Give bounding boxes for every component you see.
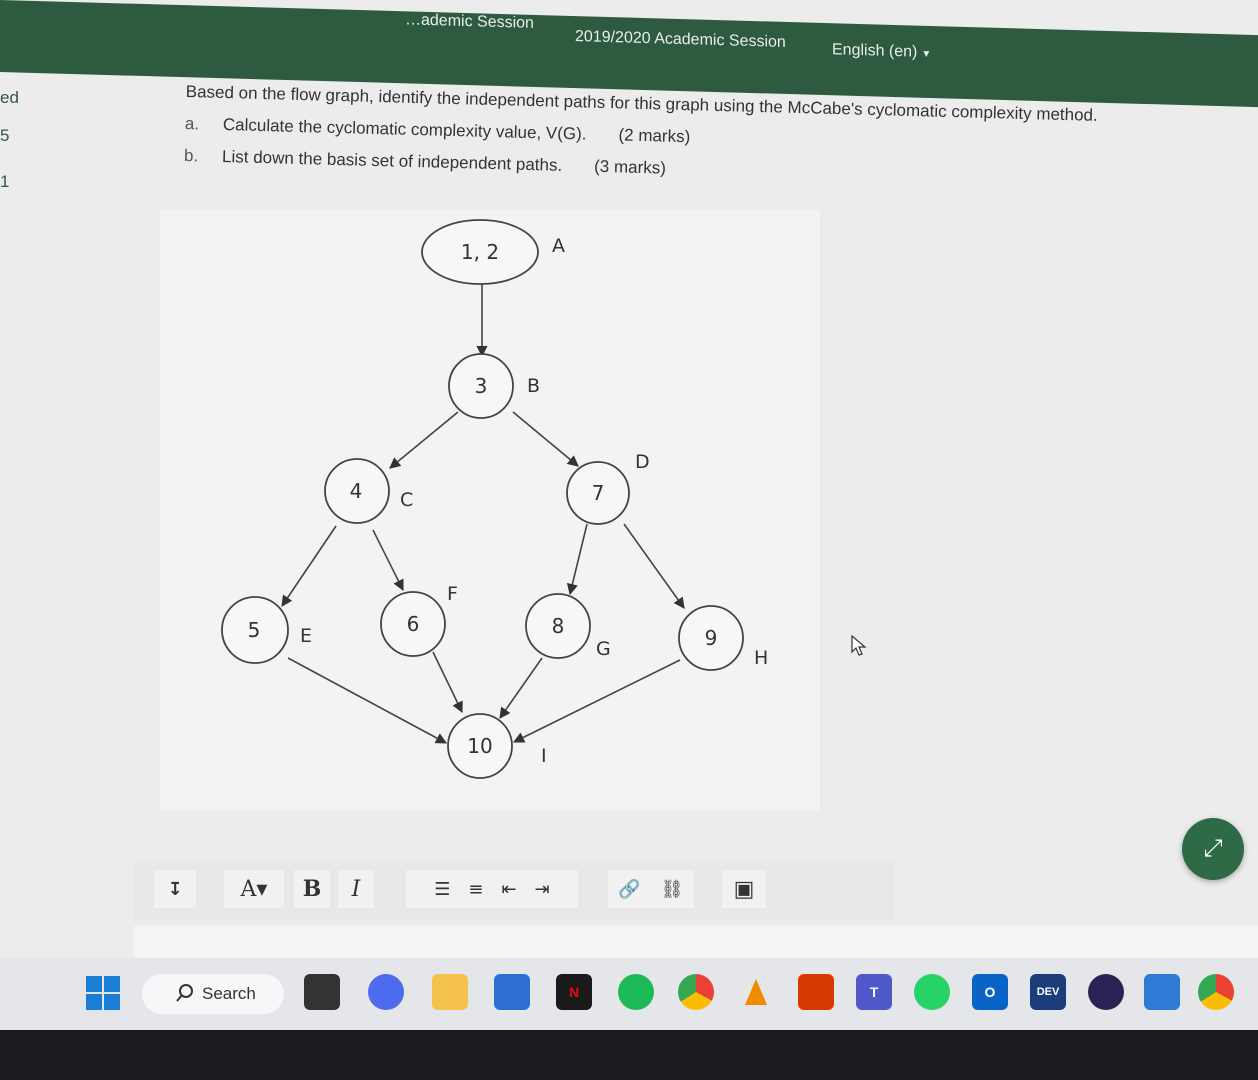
edge-9-10 [512, 659, 681, 743]
region-label: H [754, 647, 768, 669]
node-label: 10 [467, 734, 492, 758]
font-icon: A▾ [240, 876, 268, 902]
search-label: Search [202, 984, 256, 1003]
ordered-list-icon[interactable]: ≡ [468, 879, 483, 900]
flow-graph-image: 1, 2 3 4 7 5 6 8 9 10 A B C D E F G H I [160, 210, 820, 810]
outdent-icon[interactable]: ⇤ [502, 879, 517, 900]
edge-3-7 [512, 411, 579, 467]
taskbar: Search N T O DEV [0, 958, 1258, 1030]
search-icon [176, 984, 193, 1002]
node-label: 1, 2 [461, 240, 499, 264]
indent-icon[interactable]: ⇥ [535, 879, 550, 900]
edge-4-6 [372, 529, 404, 592]
bold-button[interactable]: B [294, 870, 330, 908]
sidebar-fragment[interactable]: 5 [0, 126, 9, 146]
folder-icon[interactable] [432, 974, 468, 1010]
node-label: 5 [248, 618, 261, 642]
netflix-label: N [568, 984, 580, 1000]
flow-graph: 1, 2 3 4 7 5 6 8 9 10 A B C D E F G H I [221, 219, 768, 779]
whatsapp-icon[interactable] [914, 974, 950, 1010]
breadcrumb-current-session[interactable]: 2019/2020 Academic Session [575, 28, 786, 52]
node-label: 8 [552, 614, 565, 638]
dev-label: DEV [1036, 986, 1060, 998]
toolbar-toggle-button[interactable]: ↧ [154, 870, 196, 908]
netflix-icon[interactable]: N [556, 974, 592, 1010]
region-label: C [400, 489, 413, 511]
italic-button[interactable]: I [338, 870, 374, 908]
font-style-dropdown[interactable]: A▾ [224, 870, 284, 908]
region-label: G [596, 638, 611, 660]
item-letter: a. [184, 113, 200, 134]
language-label: English (en) [832, 41, 918, 61]
item-text: Calculate the cyclomatic complexity valu… [222, 114, 587, 144]
unlink-icon[interactable]: ⛓ [661, 879, 684, 900]
insert-image-button[interactable]: ▣ [722, 870, 766, 908]
file-explorer-icon[interactable] [304, 974, 340, 1010]
chevron-down-icon: ▼ [921, 48, 932, 61]
office-icon[interactable] [798, 974, 834, 1010]
region-label: D [635, 451, 650, 473]
monitor-bezel [0, 1030, 1258, 1080]
node-label: 6 [407, 612, 420, 636]
edge-5-10 [287, 657, 447, 744]
image-icon: ▣ [733, 876, 755, 902]
spotify-icon[interactable] [618, 974, 654, 1010]
node-label: 7 [592, 481, 605, 505]
region-label: B [527, 375, 540, 397]
edge-7-8 [566, 523, 588, 596]
outlook-label: O [984, 984, 996, 1000]
editor-toolbar: ↧ A▾ B I ☰ ≡ ⇤ ⇥ 🔗 ⛓ ▣ [134, 862, 894, 920]
language-selector[interactable]: English (en) ▼ [832, 41, 931, 62]
chrome-profile-icon[interactable] [1198, 974, 1234, 1010]
collapse-icon: ↧ [167, 878, 183, 900]
screen: …ademic Session 2019/2020 Academic Sessi… [0, 0, 1258, 1030]
region-label: E [300, 625, 312, 647]
eclipse-icon[interactable] [1088, 974, 1124, 1010]
outlook-icon[interactable]: O [972, 974, 1008, 1010]
region-label: I [541, 745, 547, 767]
photos-icon[interactable] [1144, 974, 1180, 1010]
link-icon[interactable]: 🔗 [618, 879, 640, 900]
edge-7-9 [623, 523, 685, 609]
item-text: List down the basis set of independent p… [221, 146, 563, 175]
region-label: A [552, 235, 565, 257]
vlc-icon[interactable] [738, 974, 774, 1010]
node-label: 9 [705, 626, 718, 650]
sidebar-fragment[interactable]: ed [0, 88, 19, 108]
bold-icon: B [302, 876, 322, 902]
dev-icon[interactable]: DEV [1030, 974, 1066, 1010]
expand-button[interactable]: ⤢ [1182, 818, 1244, 880]
edge-3-4 [389, 411, 459, 469]
item-marks: (3 marks) [593, 156, 667, 178]
vlc-cone-icon [745, 979, 767, 1005]
taskbar-search[interactable]: Search [142, 974, 284, 1014]
edge-4-5 [281, 525, 337, 607]
item-marks: (2 marks) [618, 125, 691, 147]
edge-8-10 [499, 657, 543, 719]
sidebar-fragment[interactable]: 1 [0, 172, 9, 192]
teams-icon[interactable]: T [856, 974, 892, 1010]
list-button-group: ☰ ≡ ⇤ ⇥ [406, 870, 578, 908]
expand-icon: ⤢ [1203, 835, 1223, 862]
store-icon[interactable] [494, 974, 530, 1010]
mouse-pointer-icon [851, 634, 867, 656]
node-label: 4 [350, 479, 363, 503]
node-label: 3 [475, 374, 488, 398]
chrome-icon[interactable] [678, 974, 714, 1010]
teams-label: T [869, 984, 879, 1000]
link-button-group: 🔗 ⛓ [608, 870, 694, 908]
region-label: F [447, 583, 458, 605]
unordered-list-icon[interactable]: ☰ [434, 879, 450, 900]
breadcrumb-previous-session[interactable]: …ademic Session [405, 11, 534, 33]
windows-start-icon[interactable] [86, 976, 120, 1010]
item-letter: b. [183, 145, 199, 166]
italic-icon: I [351, 876, 361, 902]
video-chat-icon[interactable] [368, 974, 404, 1010]
edge-6-10 [432, 651, 463, 714]
